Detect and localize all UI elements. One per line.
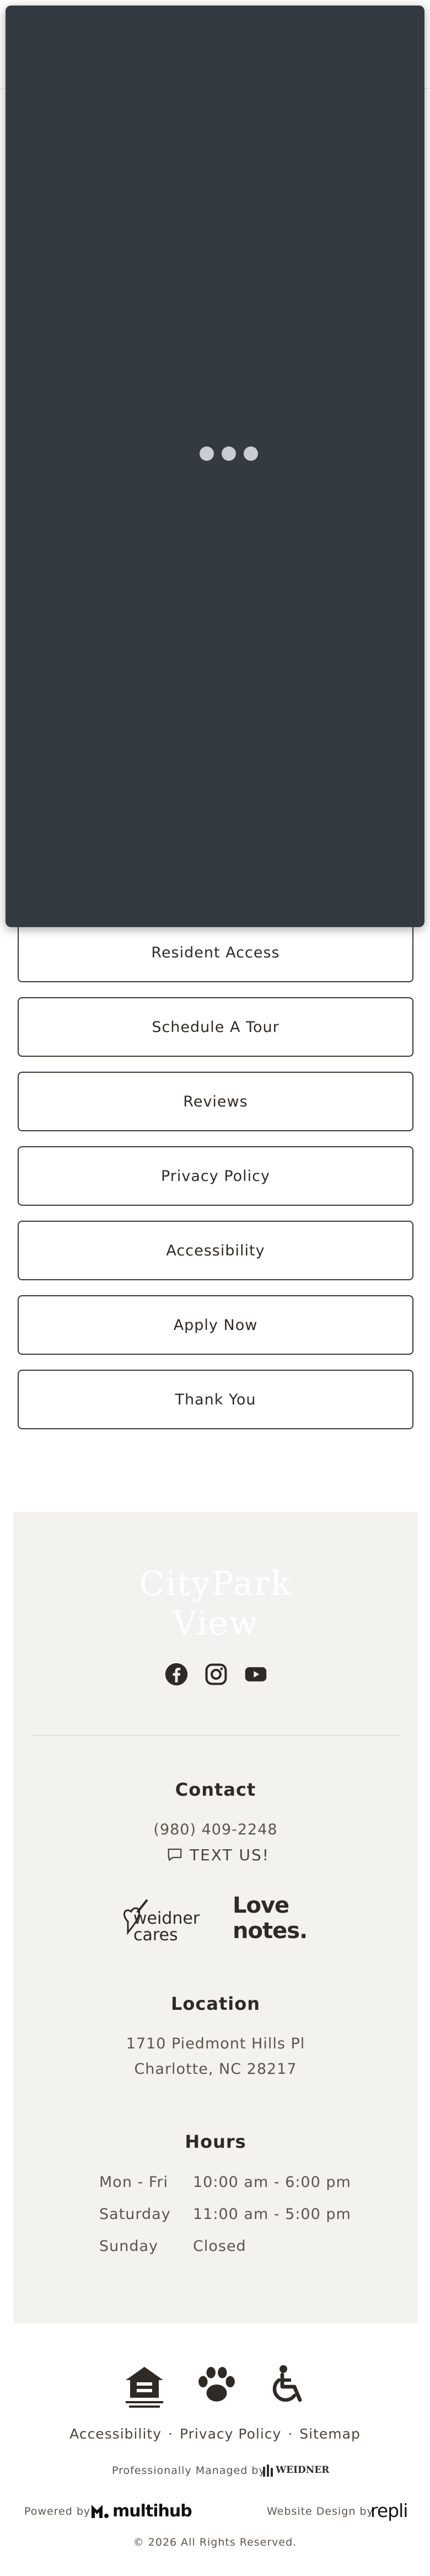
reviews-button[interactable]: Reviews — [18, 1072, 413, 1131]
link-separator: · — [168, 2426, 173, 2442]
hours-day: Mon - Fri — [99, 2174, 169, 2191]
loading-dot — [222, 446, 236, 461]
schedule-tour-button[interactable]: Schedule A Tour — [18, 997, 413, 1057]
hours-row: Mon - Fri 10:00 am - 6:00 pm — [99, 2174, 364, 2196]
copyright-text: © 2026 All Rights Reserved. — [133, 2536, 297, 2548]
hours-time: 11:00 am - 5:00 pm — [193, 2206, 351, 2223]
footer-sitemap-link[interactable]: Sitemap — [299, 2426, 361, 2442]
address-line1[interactable]: 1710 Piedmont Hills Pl — [13, 2035, 418, 2052]
building-icon — [263, 2465, 273, 2477]
privacy-policy-button[interactable]: Privacy Policy — [18, 1146, 413, 1206]
instagram-icon[interactable] — [204, 1662, 228, 1686]
location-title: Location — [171, 1993, 260, 2014]
wheelchair-accessible-icon — [272, 2365, 302, 2402]
website-design-by-text: Website Design by — [267, 2505, 374, 2518]
hours-day: Saturday — [99, 2206, 171, 2223]
loading-modal — [6, 6, 424, 927]
footer-panel: CityPark View Contact (980) 409-2248 TEX… — [13, 1512, 418, 2323]
weidner-logo[interactable]: WEIDNER — [262, 2461, 329, 2479]
multihub-text: multihub — [112, 2501, 192, 2521]
equal-housing-icon — [126, 2367, 163, 2408]
hours-time: Closed — [193, 2238, 246, 2255]
text-us-link[interactable]: TEXT US! — [166, 1844, 270, 1866]
loading-dot — [200, 446, 214, 461]
footer-privacy-policy-link[interactable]: Privacy Policy — [180, 2426, 281, 2442]
hours-day: Sunday — [99, 2238, 159, 2255]
text-us-label: TEXT US! — [190, 1845, 270, 1864]
link-separator: · — [288, 2426, 293, 2442]
address-line2[interactable]: Charlotte, NC 28217 — [13, 2061, 418, 2078]
loading-spinner — [198, 444, 259, 463]
love-notes-logo[interactable]: Love notes. — [233, 1893, 321, 1946]
footer-divider — [31, 1735, 400, 1736]
weidner-logo-text: WEIDNER — [276, 2465, 330, 2476]
managed-by-text: Professionally Managed by — [112, 2465, 266, 2477]
footer-logo-line1[interactable]: CityPark — [13, 1564, 418, 1604]
hours-row: Sunday Closed — [99, 2238, 364, 2260]
love-notes-line1: Love — [233, 1893, 289, 1918]
phone-link[interactable]: (980) 409-2248 — [13, 1821, 418, 1838]
powered-by-text: Powered by — [24, 2505, 91, 2518]
multihub-logo[interactable]: multihub — [90, 2500, 192, 2522]
bottom-links: Accessibility · Privacy Policy · Sitemap — [0, 2426, 430, 2442]
resident-access-button[interactable]: Resident Access — [18, 923, 413, 982]
repli-logo[interactable]: repli — [370, 2500, 408, 2521]
footer-logo-line2[interactable]: View — [13, 1604, 418, 1643]
weidner-cares-text: weidner cares — [133, 1909, 200, 1945]
love-notes-line2: notes. — [233, 1918, 308, 1944]
hours-title: Hours — [185, 2131, 246, 2152]
hours-time: 10:00 am - 6:00 pm — [193, 2174, 351, 2191]
weidner-cares-logo[interactable]: weidner cares — [117, 1898, 227, 1946]
chat-bubble-icon — [168, 1848, 182, 1861]
footer-accessibility-link[interactable]: Accessibility — [69, 2426, 162, 2442]
youtube-icon[interactable] — [244, 1662, 268, 1686]
hours-row: Saturday 11:00 am - 5:00 pm — [99, 2206, 364, 2228]
loading-dot — [244, 446, 258, 461]
facebook-icon[interactable] — [164, 1662, 189, 1686]
thank-you-button[interactable]: Thank You — [18, 1370, 413, 1429]
pet-friendly-paw-icon — [198, 2367, 235, 2402]
accessibility-button[interactable]: Accessibility — [18, 1221, 413, 1280]
apply-now-button[interactable]: Apply Now — [18, 1295, 413, 1355]
contact-title: Contact — [175, 1779, 256, 1800]
multihub-mark-icon — [92, 2505, 109, 2518]
